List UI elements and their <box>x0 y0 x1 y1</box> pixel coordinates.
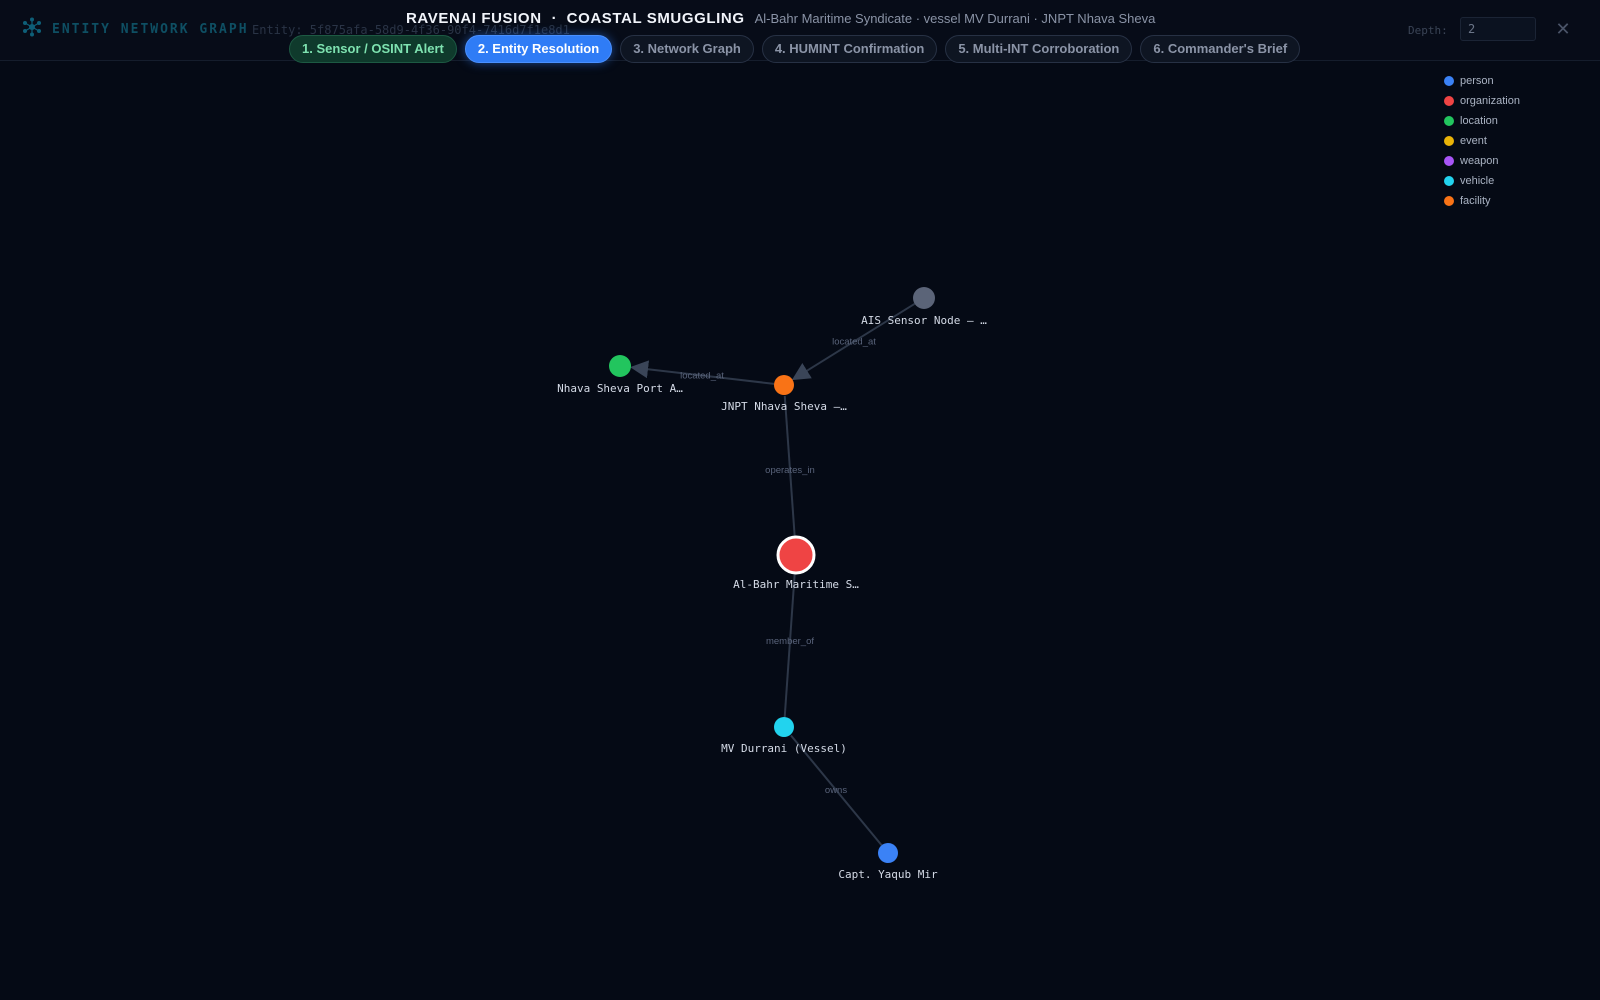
legend-swatch <box>1444 156 1454 166</box>
legend-label: location <box>1460 115 1498 127</box>
close-button[interactable]: ✕ <box>1552 18 1574 40</box>
legend-swatch <box>1444 76 1454 86</box>
legend-label: event <box>1460 135 1487 147</box>
legend-item-event: event <box>1444 131 1584 151</box>
node-circle-person[interactable] <box>878 843 898 863</box>
legend-label: weapon <box>1460 155 1499 167</box>
legend-swatch <box>1444 96 1454 106</box>
network-graph-svg[interactable]: located_at located_at operates_in member_of… <box>0 61 1600 1000</box>
graph-node-port[interactable]: Nhava Sheva Port A… <box>557 355 683 395</box>
edge-label: member_of <box>766 636 814 647</box>
node-circle-location[interactable] <box>609 355 631 377</box>
edge-label: located_at <box>680 371 724 382</box>
scenario-subtitle: Al-Bahr Maritime Syndicate · vessel MV D… <box>754 11 1156 26</box>
node-label: Al-Bahr Maritime S… <box>733 578 859 591</box>
node-label: Nhava Sheva Port A… <box>557 382 683 395</box>
depth-input[interactable] <box>1460 17 1536 41</box>
edge-label: located_at <box>832 337 876 348</box>
legend-swatch <box>1444 196 1454 206</box>
legend-item-vehicle: vehicle <box>1444 171 1584 191</box>
node-circle-vehicle[interactable] <box>774 717 794 737</box>
node-circle-sensor[interactable] <box>913 287 935 309</box>
legend-label: organization <box>1460 95 1520 107</box>
legend-label: person <box>1460 75 1494 87</box>
legend-item-weapon: weapon <box>1444 151 1584 171</box>
step-tab-commanders-brief[interactable]: 6. Commander's Brief <box>1140 35 1301 63</box>
legend-swatch <box>1444 176 1454 186</box>
edge-label: operates_in <box>765 465 815 476</box>
graph-node-sensor[interactable]: AIS Sensor Node — … <box>861 287 987 327</box>
entity-network-graph-panel: ENTITY NETWORK GRAPH Entity: 5f875afa-58… <box>0 0 1600 1000</box>
graph-nodes: AIS Sensor Node — … Nhava Sheva Port A… JN… <box>557 287 987 881</box>
node-circle-organization[interactable] <box>776 535 816 575</box>
legend-item-person: person <box>1444 71 1584 91</box>
title-separator: · <box>551 10 557 27</box>
app-title: RAVENAI FUSION <box>406 10 542 27</box>
step-tab-network-graph[interactable]: 3. Network Graph <box>620 35 754 63</box>
step-tab-sensor-osint-alert[interactable]: 1. Sensor / OSINT Alert <box>289 35 457 63</box>
legend-label: facility <box>1460 195 1491 207</box>
node-label: AIS Sensor Node — … <box>861 314 987 327</box>
network-graph-canvas[interactable]: located_at located_at operates_in member_of… <box>0 61 1600 1000</box>
node-type-legend: person organization location event weapon veh… <box>1444 71 1584 211</box>
step-tab-humint-confirmation[interactable]: 4. HUMINT Confirmation <box>761 35 938 63</box>
legend-item-location: location <box>1444 111 1584 131</box>
node-label: Capt. Yaqub Mir <box>838 868 938 881</box>
scenario-title-bar: RAVENAI FUSION · COASTAL SMUGGLING Al-Ba… <box>406 10 1155 30</box>
depth-label: Depth: <box>1408 24 1448 37</box>
node-label: JNPT Nhava Sheva —… <box>721 400 847 413</box>
node-circle-facility[interactable] <box>774 375 794 395</box>
legend-item-facility: facility <box>1444 191 1584 211</box>
legend-label: vehicle <box>1460 175 1495 187</box>
edge-label: owns <box>825 785 847 796</box>
close-icon: ✕ <box>1555 19 1571 39</box>
legend-item-organization: organization <box>1444 91 1584 111</box>
legend-swatch <box>1444 136 1454 146</box>
legend-swatch <box>1444 116 1454 126</box>
panel-title: ENTITY NETWORK GRAPH <box>52 22 249 37</box>
network-icon <box>23 17 41 37</box>
graph-node-captain[interactable]: Capt. Yaqub Mir <box>838 843 938 881</box>
node-label: MV Durrani (Vessel) <box>721 742 847 755</box>
graph-node-vessel[interactable]: MV Durrani (Vessel) <box>721 717 847 755</box>
scenario-title: COASTAL SMUGGLING <box>566 10 745 27</box>
workflow-steps: 1. Sensor / OSINT Alert 2. Entity Resolu… <box>289 35 1301 63</box>
step-tab-multi-int-corroboration[interactable]: 5. Multi-INT Corroboration <box>945 35 1133 63</box>
step-tab-entity-resolution[interactable]: 2. Entity Resolution <box>464 35 613 63</box>
graph-node-org[interactable]: Al-Bahr Maritime S… <box>733 535 859 591</box>
